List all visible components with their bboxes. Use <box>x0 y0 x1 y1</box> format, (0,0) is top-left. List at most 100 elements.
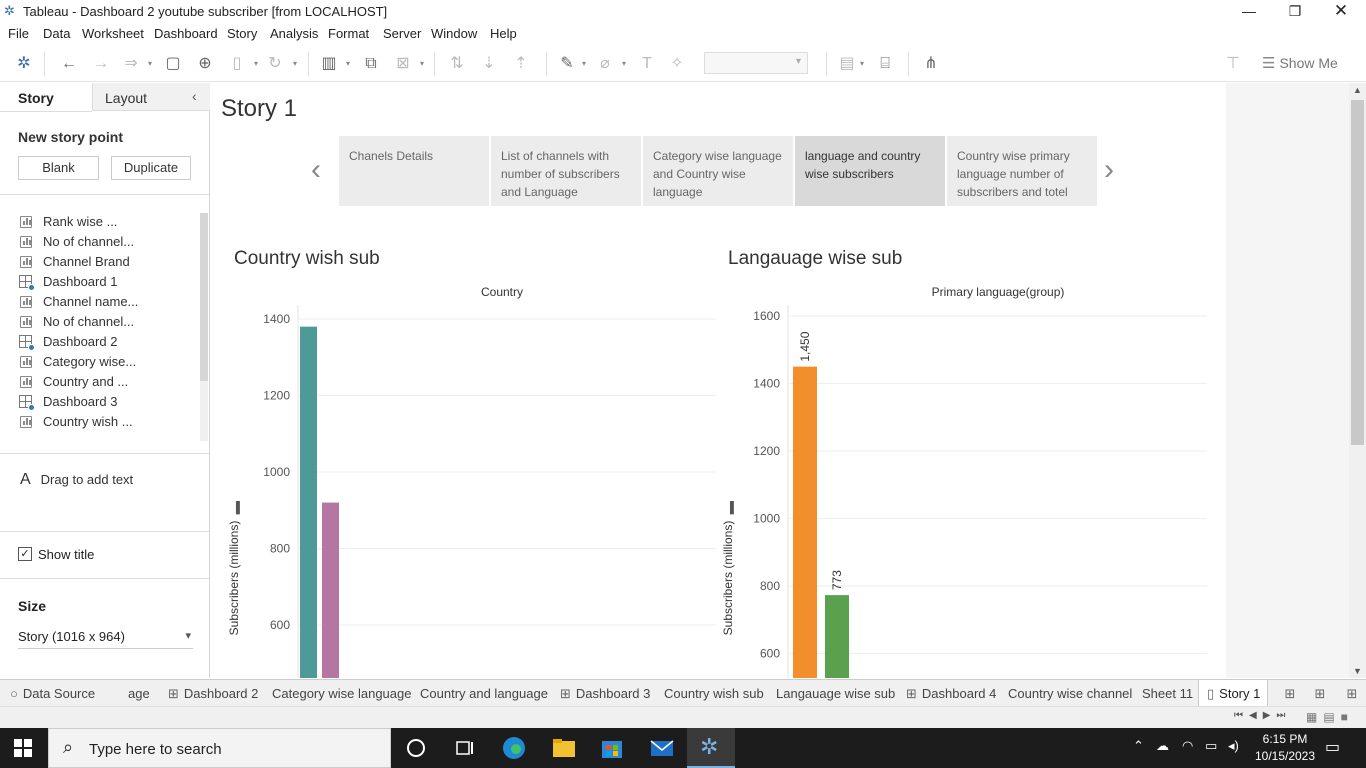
sheet-tab[interactable]: Country and language <box>412 680 550 706</box>
task-view-icon[interactable] <box>452 736 476 760</box>
duplicate-button[interactable]: Duplicate <box>111 156 191 180</box>
drag-to-add-text[interactable]: A Drag to add text <box>20 471 133 489</box>
sheet-tab[interactable]: Langauage wise sub <box>768 680 898 706</box>
undo-icon[interactable]: ← <box>58 54 80 74</box>
sheet-list-scrollbar-thumb[interactable] <box>200 213 208 381</box>
show-hidden-icons-icon[interactable]: ⌃ <box>1133 738 1144 754</box>
menu-worksheet[interactable]: Worksheet <box>82 26 144 41</box>
fix-axes-icon[interactable]: ✧ <box>666 54 688 74</box>
highlight-icon[interactable]: ✎ <box>556 54 578 74</box>
story-point[interactable]: List of channels with number of subscrib… <box>491 136 641 206</box>
group-members-icon[interactable]: ⌀ <box>594 54 616 74</box>
edge-browser-icon[interactable] <box>502 736 526 760</box>
battery-icon[interactable]: ▭ <box>1205 738 1217 754</box>
menu-dashboard[interactable]: Dashboard <box>154 26 218 41</box>
sheet-list-item[interactable]: Channel name... <box>18 293 198 313</box>
sheet-list-item[interactable]: Dashboard 3 <box>18 393 198 413</box>
sheet-list-item[interactable]: Country wish ... <box>18 413 198 433</box>
format-painter-icon[interactable]: ⊤ <box>1222 54 1244 74</box>
menu-file[interactable]: File <box>8 26 29 41</box>
sheet-list-item[interactable]: No of channel... <box>18 233 198 253</box>
view-toggle-icons[interactable]: ▦▤■ <box>1306 710 1354 724</box>
sort-descending-icon[interactable]: ⇡ <box>510 54 532 74</box>
swap-rows-columns-icon[interactable]: ⇅ <box>446 54 468 74</box>
taskbar-clock[interactable]: 6:15 PM 10/15/2023 <box>1250 731 1320 765</box>
menu-server[interactable]: Server <box>383 26 421 41</box>
size-dropdown[interactable]: Story (1016 x 964) <box>18 629 193 644</box>
redo-icon[interactable]: → <box>90 54 112 74</box>
close-button[interactable]: ✕ <box>1318 0 1364 23</box>
windows-start-icon[interactable] <box>14 739 32 757</box>
tableau-taskbar-button[interactable]: ✲ <box>687 728 735 768</box>
tab-navigation-arrows[interactable]: ⏮◀▶⏭ <box>1234 710 1291 721</box>
sheet-tab[interactable]: Country wish sub <box>656 680 768 706</box>
menu-help[interactable]: Help <box>490 26 517 41</box>
menu-data[interactable]: Data <box>43 26 70 41</box>
tableau-logo-icon[interactable]: ✲ <box>13 54 35 74</box>
menu-window[interactable]: Window <box>431 26 477 41</box>
show-title-checkbox[interactable]: ✓ <box>18 547 32 561</box>
taskbar-search-box[interactable]: ⌕ Type here to search <box>48 728 391 768</box>
sheet-list-item[interactable]: Dashboard 2 <box>18 333 198 353</box>
previous-story-point-arrow[interactable]: ‹ <box>311 153 321 187</box>
story-point[interactable]: Country wise primary language number of … <box>947 136 1097 206</box>
share-icon[interactable]: ⋔ <box>920 54 942 74</box>
sheet-tab[interactable]: Category wise language <box>264 680 412 706</box>
sheet-tab[interactable]: Sheet 11 <box>1134 680 1198 706</box>
mark-size-dropdown[interactable] <box>704 52 808 74</box>
notifications-icon[interactable]: ▭ <box>1325 737 1340 757</box>
tab-layout-label[interactable]: Layout <box>105 90 147 106</box>
new-story-tab-icon[interactable]: ⊞ <box>1338 680 1366 706</box>
story-point-active[interactable]: language and country wise subscribers <box>795 136 945 206</box>
show-me-button[interactable]: ☰ Show Me <box>1262 54 1338 72</box>
new-dashboard-tab-icon[interactable]: ⊞ <box>1306 680 1334 706</box>
sheet-tab[interactable]: Country wise channel <box>1000 680 1134 706</box>
duplicate-sheet-icon[interactable]: ⧉ <box>360 54 382 74</box>
new-worksheet-tab-icon[interactable]: ⊞ <box>1276 680 1304 706</box>
mail-icon[interactable] <box>650 736 674 760</box>
onedrive-icon[interactable]: ☁ <box>1156 738 1169 754</box>
new-data-source-icon[interactable]: ⊕ <box>194 54 216 74</box>
sheet-list-item[interactable]: Rank wise ... <box>18 213 198 233</box>
sheet-tab[interactable]: ○ Data Source <box>2 680 110 706</box>
menu-format[interactable]: Format <box>328 26 369 41</box>
sheet-tab[interactable]: ▯ Story 1 <box>1198 680 1268 707</box>
story-point[interactable]: Chanels Details <box>339 136 489 206</box>
canvas-scrollbar-thumb[interactable] <box>1351 100 1364 445</box>
collapse-pane-icon[interactable]: ‹ <box>192 88 197 104</box>
sheet-list-item[interactable]: Dashboard 1 <box>18 273 198 293</box>
wifi-icon[interactable]: ◠ <box>1182 738 1193 754</box>
menu-story[interactable]: Story <box>227 26 257 41</box>
cortana-icon[interactable] <box>404 736 428 760</box>
clear-sheet-icon[interactable]: ⊠ <box>392 54 414 74</box>
pause-updates-icon[interactable]: ▯ <box>226 54 248 74</box>
next-story-point-arrow[interactable]: › <box>1104 153 1114 187</box>
sheet-list-item[interactable]: Country and ... <box>18 373 198 393</box>
file-explorer-icon[interactable] <box>552 736 576 760</box>
save-icon[interactable]: ▢ <box>162 54 184 74</box>
sheet-tab[interactable]: age <box>110 680 160 706</box>
blank-button[interactable]: Blank <box>18 156 99 180</box>
sheet-list-item[interactable]: Category wise... <box>18 353 198 373</box>
sheet-tab[interactable]: ⊞ Dashboard 2 <box>160 680 270 706</box>
restore-button[interactable]: ❐ <box>1272 0 1318 23</box>
replay-icon[interactable]: ⇒ <box>120 54 142 74</box>
presentation-mode-icon[interactable]: ⌸ <box>874 54 896 74</box>
microsoft-store-icon[interactable] <box>600 736 624 760</box>
sheet-tab[interactable]: ⊞ Dashboard 3 <box>552 680 656 706</box>
show-mark-labels-icon[interactable]: T <box>636 54 658 74</box>
sheet-tab[interactable]: ⊞ Dashboard 4 <box>898 680 1000 706</box>
scroll-up-icon[interactable]: ▲ <box>1353 85 1362 95</box>
volume-icon[interactable]: ◂) <box>1228 738 1239 754</box>
new-worksheet-icon[interactable]: ▥ <box>318 54 340 74</box>
minimize-button[interactable]: — <box>1226 0 1272 23</box>
scroll-down-icon[interactable]: ▼ <box>1353 666 1362 676</box>
menu-analysis[interactable]: Analysis <box>270 26 318 41</box>
sort-ascending-icon[interactable]: ⇣ <box>478 54 500 74</box>
sheet-list-item[interactable]: No of channel... <box>18 313 198 333</box>
story-point[interactable]: Category wise language and Country wise … <box>643 136 793 206</box>
sheet-list-item[interactable]: Channel Brand <box>18 253 198 273</box>
fit-icon[interactable]: ▤ <box>836 54 858 74</box>
refresh-icon[interactable]: ↻ <box>264 54 286 74</box>
tab-story[interactable]: Story <box>18 90 54 106</box>
